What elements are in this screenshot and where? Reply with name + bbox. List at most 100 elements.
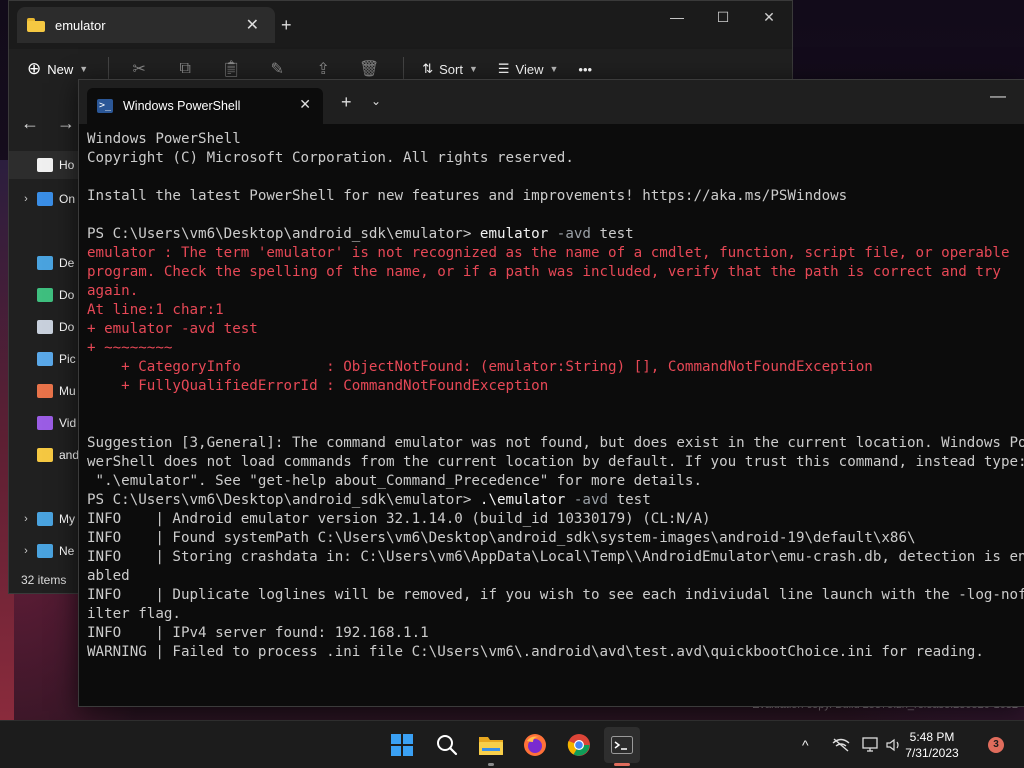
terminal-line: Windows PowerShell <box>87 130 1024 149</box>
sidebar-item-label: Do <box>59 320 75 334</box>
notification-badge[interactable]: 3 <box>988 737 1004 753</box>
terminal-profile-dropdown[interactable]: ⌄ <box>371 94 381 108</box>
terminal-text: Windows PowerShell <box>87 131 241 147</box>
videos-icon <box>37 416 53 430</box>
display-settings[interactable] <box>862 721 880 768</box>
terminal-line: ilter flag. <box>87 605 1024 624</box>
terminal-text: emulator <box>479 226 549 242</box>
terminal-line: Suggestion [3,General]: The command emul… <box>87 434 1024 453</box>
close-tab-icon[interactable]: ✕ <box>246 15 259 35</box>
sidebar-item[interactable]: Vid <box>9 409 79 437</box>
file-explorer-taskbar-button[interactable] <box>473 727 509 763</box>
onedrive-icon <box>37 192 53 206</box>
explorer-new-tab-button[interactable]: + <box>281 15 292 36</box>
sidebar-item[interactable]: Ho <box>9 151 79 179</box>
item-count-status: 32 items <box>21 573 67 587</box>
sidebar-item[interactable]: › Ne <box>9 537 79 565</box>
pc-icon <box>37 512 53 526</box>
copy-icon[interactable]: ⧉ <box>173 60 197 78</box>
sort-button[interactable]: ⇅ Sort ▼ <box>422 61 478 77</box>
paste-icon[interactable]: 📋︎ <box>219 59 243 79</box>
terminal-titlebar[interactable]: >_ Windows PowerShell ✕ + ⌄ — <box>79 80 1024 124</box>
terminal-taskbar-button[interactable] <box>604 727 640 763</box>
powershell-terminal-window[interactable]: >_ Windows PowerShell ✕ + ⌄ — Windows Po… <box>78 79 1024 707</box>
sidebar-item[interactable]: De <box>9 249 79 277</box>
close-button[interactable]: ✕ <box>746 1 792 33</box>
no-network-icon <box>832 738 850 752</box>
view-label: View <box>515 61 544 77</box>
terminal-text: again. <box>87 283 139 299</box>
maximize-button[interactable]: ☐ <box>700 1 746 33</box>
sidebar-item[interactable]: › My <box>9 505 79 533</box>
explorer-tab[interactable]: emulator ✕ <box>17 7 275 43</box>
terminal-line: INFO | Storing crashdata in: C:\Users\vm… <box>87 548 1024 567</box>
explorer-tab-title: emulator <box>55 17 106 33</box>
explorer-window-controls: — ☐ ✕ <box>654 1 792 33</box>
new-button[interactable]: ⊕ New ▼ <box>27 59 88 79</box>
rename-icon[interactable]: ✎ <box>265 59 289 79</box>
view-icon: ☰ <box>497 61 510 76</box>
downloads-icon <box>37 288 53 302</box>
terminal-new-tab-button[interactable]: + <box>341 92 352 113</box>
share-icon[interactable]: ⇪ <box>311 59 335 79</box>
terminal-line: INFO | Found systemPath C:\Users\vm6\Des… <box>87 529 1024 548</box>
sidebar-item[interactable]: Pic <box>9 345 79 373</box>
desktop-icon <box>37 256 53 270</box>
view-button[interactable]: ☰ View ▼ <box>498 61 559 77</box>
firefox-taskbar-button[interactable] <box>517 727 553 763</box>
chevron-right-icon[interactable]: › <box>19 193 33 205</box>
taskbar: ^ 5:48 PM 7/31/2023 3 <box>0 720 1024 768</box>
terminal-line: program. Check the spelling of the name,… <box>87 263 1024 282</box>
terminal-line: Install the latest PowerShell for new fe… <box>87 187 1024 206</box>
start-button[interactable] <box>384 727 420 763</box>
chevron-right-icon[interactable]: › <box>19 513 33 525</box>
terminal-line: INFO | Duplicate loglines will be remove… <box>87 586 1024 605</box>
active-app-indicator <box>614 763 630 766</box>
terminal-output[interactable]: Windows PowerShell Copyright (C) Microsof… <box>79 124 1024 662</box>
terminal-line: ".\emulator". See "get-help about_Comman… <box>87 472 1024 491</box>
terminal-line: abled <box>87 567 1024 586</box>
system-clock[interactable]: 5:48 PM 7/31/2023 <box>892 729 972 761</box>
terminal-line: werShell does not load commands from the… <box>87 453 1024 472</box>
sidebar-item[interactable]: › On <box>9 185 79 213</box>
minimize-button[interactable]: — <box>654 1 700 33</box>
terminal-tab[interactable]: >_ Windows PowerShell ✕ <box>87 88 323 124</box>
chevron-right-icon[interactable]: › <box>19 545 33 557</box>
terminal-line: At line:1 char:1 <box>87 301 1024 320</box>
sidebar-item[interactable]: Do <box>9 313 79 341</box>
terminal-line: + ~~~~~~~~ <box>87 339 1024 358</box>
close-tab-icon[interactable]: ✕ <box>299 96 311 113</box>
chevron-down-icon: ▼ <box>549 64 559 74</box>
home-icon <box>37 158 53 172</box>
sidebar-item-label: and <box>58 448 79 462</box>
show-hidden-icons-button[interactable]: ^ <box>802 721 809 768</box>
cut-icon[interactable]: ✂ <box>127 59 151 79</box>
terminal-text: ".\emulator". See "get-help about_Comman… <box>87 473 702 489</box>
terminal-text: program. Check the spelling of the name,… <box>87 264 1001 280</box>
sidebar-item-label: Mu <box>59 384 76 398</box>
sidebar-item[interactable]: and <box>9 441 79 469</box>
back-arrow-icon[interactable]: ← <box>21 113 39 134</box>
sidebar-item-label: Ne <box>59 544 75 558</box>
more-options-button[interactable]: ••• <box>578 62 592 77</box>
terminal-text: + CategoryInfo : ObjectNotFound: (emulat… <box>87 359 873 375</box>
monitor-icon <box>862 737 878 752</box>
delete-icon[interactable]: 🗑︎ <box>357 59 381 79</box>
terminal-text: + FullyQualifiedErrorId : CommandNotFoun… <box>87 378 549 394</box>
terminal-text: + emulator -avd test <box>87 321 258 337</box>
terminal-text: -avd <box>565 492 609 508</box>
explorer-titlebar[interactable]: emulator ✕ + — ☐ ✕ <box>9 1 792 49</box>
network-icon <box>37 544 53 558</box>
minimize-button[interactable]: — <box>990 88 1006 106</box>
forward-arrow-icon[interactable]: → <box>57 113 75 134</box>
terminal-text: Suggestion [3,General]: The command emul… <box>87 435 1024 451</box>
sidebar-item[interactable]: Mu <box>9 377 79 405</box>
terminal-text: test <box>608 492 651 508</box>
search-button[interactable] <box>429 727 465 763</box>
network-status[interactable] <box>832 721 850 768</box>
sidebar-item[interactable]: Do <box>9 281 79 309</box>
clock-date: 7/31/2023 <box>905 746 959 760</box>
chrome-taskbar-button[interactable] <box>561 727 597 763</box>
